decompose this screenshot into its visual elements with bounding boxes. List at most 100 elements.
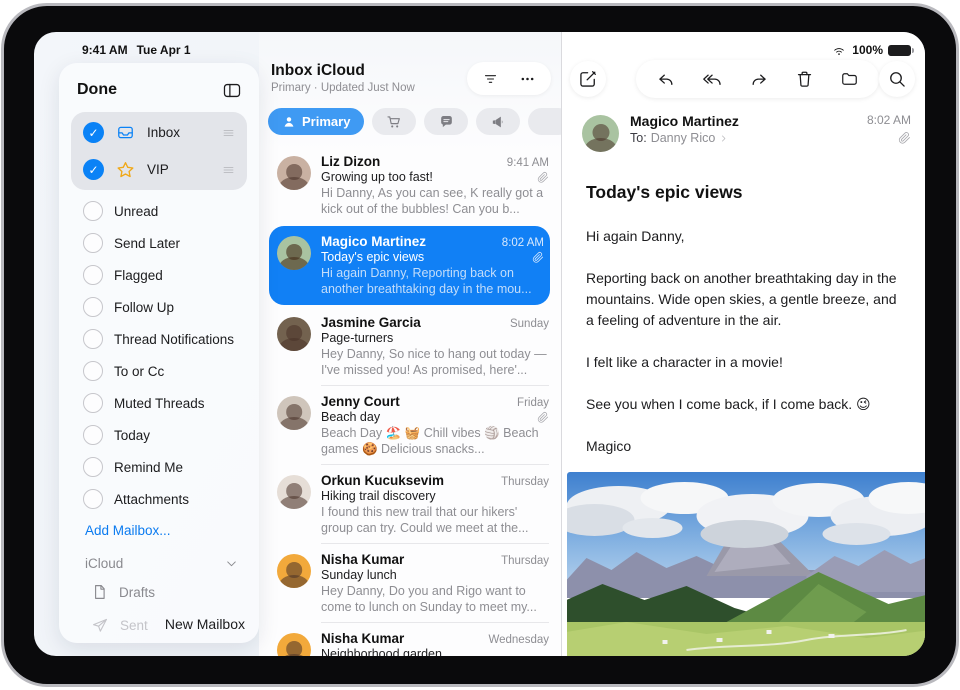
folder-icon[interactable] xyxy=(839,70,860,88)
sidebar-option-label: Send Later xyxy=(114,236,239,251)
checkbox-unchecked-icon[interactable] xyxy=(83,425,103,445)
status-bar: 9:41 AM Tue Apr 1 100% xyxy=(34,32,925,62)
sidebar-option-label: To or Cc xyxy=(114,364,239,379)
to-label: To: xyxy=(630,131,647,145)
paperclip-icon xyxy=(537,411,549,424)
email-list-item[interactable]: Orkun Kucuksevim Thursday Hiking trail d… xyxy=(259,465,561,544)
checkbox-unchecked-icon[interactable] xyxy=(83,201,103,221)
sidebar-option-label: Flagged xyxy=(114,268,239,283)
trash-icon[interactable] xyxy=(795,69,814,89)
chevron-down-icon[interactable] xyxy=(224,556,239,571)
sidebar-item-vip[interactable]: ✓ VIP xyxy=(71,151,247,188)
sidebar-item-label: Sent xyxy=(120,618,148,633)
email-preview: Beach Day 🏖️ 🧺 Chill vibes 🏐 Beach games… xyxy=(321,425,549,457)
email-body-paragraph: Reporting back on another breathtaking d… xyxy=(586,268,899,331)
email-body-paragraph: Hi again Danny, xyxy=(586,226,899,247)
sidebar-filter-option[interactable]: Flagged xyxy=(69,259,249,291)
page: 9:41 AM Tue Apr 1 100% Done ✓ xyxy=(0,0,960,690)
category-updates[interactable] xyxy=(424,108,468,135)
add-mailbox-link[interactable]: Add Mailbox... xyxy=(69,515,249,542)
drag-handle-icon[interactable] xyxy=(220,164,237,176)
drag-handle-icon[interactable] xyxy=(220,127,237,139)
star-icon xyxy=(115,160,136,180)
new-mailbox-button[interactable]: New Mailbox xyxy=(165,616,245,632)
message-header: Magico Martinez To: Danny Rico 8:02 AM xyxy=(562,98,925,152)
email-time: Thursday xyxy=(501,555,549,567)
email-body: Hi again Danny, Reporting back on another… xyxy=(562,203,925,457)
email-list-item[interactable]: Liz Dizon 9:41 AM Growing up too fast! H… xyxy=(259,146,561,225)
checkbox-unchecked-icon[interactable] xyxy=(83,457,103,477)
checkbox-unchecked-icon[interactable] xyxy=(83,297,103,317)
sidebar-toggle-icon[interactable] xyxy=(221,81,243,100)
reply-all-icon[interactable] xyxy=(701,70,724,89)
chat-icon xyxy=(438,114,455,130)
category-transactions[interactable] xyxy=(372,108,416,135)
sidebar-option-label: Thread Notifications xyxy=(114,332,239,347)
sidebar-filter-option[interactable]: To or Cc xyxy=(69,355,249,387)
screen: 9:41 AM Tue Apr 1 100% Done ✓ xyxy=(34,32,925,656)
checkbox-unchecked-icon[interactable] xyxy=(83,393,103,413)
compose-button[interactable] xyxy=(570,61,606,97)
sidebar-filter-option[interactable]: Today xyxy=(69,419,249,451)
detail-time: 8:02 AM xyxy=(867,113,911,127)
sidebar-filter-option[interactable]: Unread xyxy=(69,195,249,227)
email-preview: Hi Danny, As you can see, K really got a… xyxy=(321,185,549,217)
sender-avatar xyxy=(277,475,311,509)
battery-percent: 100% xyxy=(852,43,883,57)
mailbox-title: Inbox iCloud xyxy=(271,62,415,80)
email-subject-line: Growing up too fast! xyxy=(321,170,433,184)
email-list-item[interactable]: Jasmine Garcia Sunday Page-turners Hey D… xyxy=(259,307,561,386)
search-button[interactable] xyxy=(879,61,915,97)
sidebar-filter-option[interactable]: Remind Me xyxy=(69,451,249,483)
done-button[interactable]: Done xyxy=(77,81,117,99)
sidebar-item-inbox[interactable]: ✓ Inbox xyxy=(71,114,247,151)
compose-icon xyxy=(578,69,598,89)
checkbox-unchecked-icon[interactable] xyxy=(83,361,103,381)
email-list-item[interactable]: Nisha Kumar Thursday Sunday lunch Hey Da… xyxy=(259,544,561,623)
sender-avatar xyxy=(277,317,311,351)
email-list-item[interactable]: Jenny Court Friday Beach day Beach Day 🏖… xyxy=(259,386,561,465)
paperclip-icon xyxy=(537,171,549,184)
checkbox-unchecked-icon[interactable] xyxy=(83,233,103,253)
sidebar-filter-option[interactable]: Attachments xyxy=(69,483,249,515)
category-primary[interactable]: Primary xyxy=(268,108,364,135)
sidebar-option-label: Muted Threads xyxy=(114,396,239,411)
email-sender: Magico Martinez xyxy=(321,234,426,249)
inbox-icon xyxy=(115,123,136,142)
email-list-item[interactable]: Nisha Kumar Wednesday Neighborhood garde… xyxy=(259,623,561,656)
account-section-header[interactable]: iCloud xyxy=(69,542,249,575)
sidebar-filter-option[interactable]: Follow Up xyxy=(69,291,249,323)
status-date: Tue Apr 1 xyxy=(137,43,191,57)
sidebar-options: Unread Send Later Flagged Follow Up Thre… xyxy=(69,195,249,515)
checkbox-unchecked-icon[interactable] xyxy=(83,489,103,509)
filter-icon[interactable] xyxy=(481,71,500,87)
sidebar-filter-option[interactable]: Thread Notifications xyxy=(69,323,249,355)
email-subject-line: Sunday lunch xyxy=(321,568,397,582)
sender-avatar xyxy=(277,554,311,588)
email-time: Sunday xyxy=(510,318,549,330)
recipient-name[interactable]: Danny Rico xyxy=(651,131,716,145)
checkbox-checked-icon[interactable]: ✓ xyxy=(83,122,104,143)
checkbox-checked-icon[interactable]: ✓ xyxy=(83,159,104,180)
sender-avatar xyxy=(277,633,311,656)
search-icon xyxy=(887,69,907,89)
checkbox-unchecked-icon[interactable] xyxy=(83,329,103,349)
sidebar-filter-option[interactable]: Muted Threads xyxy=(69,387,249,419)
forward-icon[interactable] xyxy=(749,70,770,89)
sender-avatar xyxy=(277,396,311,430)
category-label: Primary xyxy=(302,114,350,129)
category-more[interactable] xyxy=(528,108,561,135)
email-list-item[interactable]: Magico Martinez 8:02 AM Today's epic vie… xyxy=(269,226,550,305)
sidebar-item-drafts[interactable]: Drafts xyxy=(69,575,249,609)
detail-sender-name[interactable]: Magico Martinez xyxy=(630,113,739,129)
email-subject-line: Hiking trail discovery xyxy=(321,489,436,503)
sidebar-filter-option[interactable]: Send Later xyxy=(69,227,249,259)
category-promotions[interactable] xyxy=(476,108,520,135)
email-subject: Today's epic views xyxy=(562,152,925,203)
attachment-photo[interactable] xyxy=(567,472,925,656)
sidebar-option-label: Follow Up xyxy=(114,300,239,315)
more-options-icon[interactable] xyxy=(518,71,537,87)
checkbox-unchecked-icon[interactable] xyxy=(83,265,103,285)
reply-icon[interactable] xyxy=(655,70,676,89)
email-preview: Hey Danny, Do you and Rigo want to come … xyxy=(321,583,549,615)
